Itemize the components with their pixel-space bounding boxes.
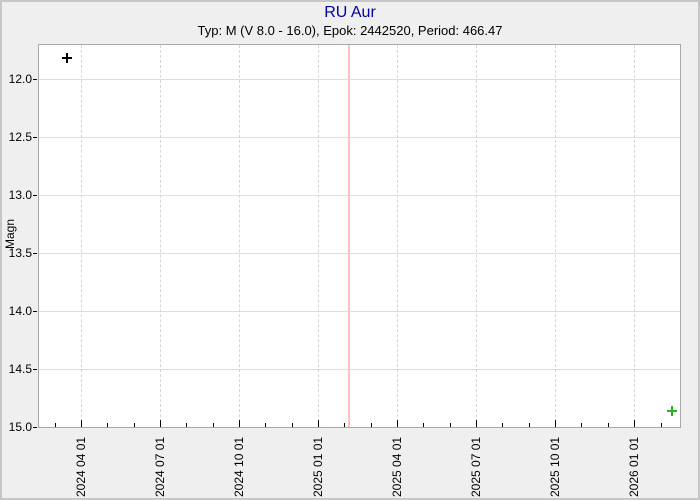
data-point-black-cross bbox=[62, 53, 72, 63]
x-axis-minor-tick bbox=[423, 423, 424, 427]
y-axis-tick-label: 14.0 bbox=[2, 304, 32, 318]
vertical-gridline bbox=[476, 45, 477, 427]
x-axis-minor-tick bbox=[529, 423, 530, 427]
x-axis-minor-tick bbox=[581, 423, 582, 427]
horizontal-gridline bbox=[39, 137, 680, 138]
x-axis-tick-label: 2024 10 01 bbox=[232, 437, 246, 497]
x-axis-major-tick bbox=[397, 420, 398, 427]
horizontal-gridline bbox=[39, 369, 680, 370]
horizontal-gridline bbox=[39, 253, 680, 254]
x-axis-major-tick bbox=[160, 420, 161, 427]
y-axis-tick-label: 14.5 bbox=[2, 362, 32, 376]
x-axis-tick-label: 2025 01 01 bbox=[311, 437, 325, 497]
vertical-gridline bbox=[555, 45, 556, 427]
x-axis-minor-tick bbox=[371, 423, 372, 427]
vertical-gridline bbox=[160, 45, 161, 427]
x-axis-major-tick bbox=[81, 420, 82, 427]
chart-title: RU Aur bbox=[2, 4, 698, 22]
x-axis-minor-tick bbox=[107, 423, 108, 427]
x-axis-minor-tick bbox=[186, 423, 187, 427]
chart-subtitle: Typ: M (V 8.0 - 16.0), Epok: 2442520, Pe… bbox=[2, 23, 698, 38]
x-axis-minor-tick bbox=[292, 423, 293, 427]
y-axis-tick bbox=[33, 195, 37, 196]
x-axis-major-tick bbox=[318, 420, 319, 427]
y-axis-tick-label: 12.5 bbox=[2, 130, 32, 144]
y-axis-tick bbox=[33, 369, 37, 370]
vertical-gridline bbox=[397, 45, 398, 427]
vertical-gridline bbox=[81, 45, 82, 427]
y-axis-tick bbox=[33, 79, 37, 80]
x-axis-minor-tick bbox=[344, 423, 345, 427]
x-axis-tick-label: 2024 04 01 bbox=[74, 437, 88, 497]
y-axis-tick bbox=[33, 253, 37, 254]
x-axis-minor-tick bbox=[55, 423, 56, 427]
x-axis-major-tick bbox=[634, 420, 635, 427]
y-axis-title: Magn bbox=[3, 219, 17, 249]
x-axis-minor-tick bbox=[213, 423, 214, 427]
y-axis-tick bbox=[33, 427, 37, 428]
plot-area bbox=[38, 44, 681, 428]
y-axis-tick-label: 13.0 bbox=[2, 188, 32, 202]
current-date-line bbox=[348, 45, 350, 427]
data-point-green-cross bbox=[667, 406, 677, 416]
x-axis-tick-label: 2025 07 01 bbox=[469, 437, 483, 497]
y-axis-tick-label: 12.0 bbox=[2, 72, 32, 86]
x-axis-major-tick bbox=[476, 420, 477, 427]
horizontal-gridline bbox=[39, 195, 680, 196]
x-axis-minor-tick bbox=[608, 423, 609, 427]
vertical-gridline bbox=[634, 45, 635, 427]
vertical-gridline bbox=[239, 45, 240, 427]
x-axis-minor-tick bbox=[265, 423, 266, 427]
light-curve-chart-window: RU Aur Typ: M (V 8.0 - 16.0), Epok: 2442… bbox=[0, 0, 700, 500]
x-axis-minor-tick bbox=[450, 423, 451, 427]
x-axis-major-tick bbox=[239, 420, 240, 427]
x-axis-minor-tick bbox=[134, 423, 135, 427]
y-axis-tick-label: 15.0 bbox=[2, 420, 32, 434]
y-axis-tick bbox=[33, 137, 37, 138]
horizontal-gridline bbox=[39, 79, 680, 80]
marker-cross-bar bbox=[671, 406, 673, 416]
x-axis-tick-label: 2026 01 01 bbox=[627, 437, 641, 497]
x-axis-major-tick bbox=[555, 420, 556, 427]
y-axis-tick-label: 13.5 bbox=[2, 246, 32, 260]
marker-cross-bar bbox=[66, 53, 68, 63]
x-axis-minor-tick bbox=[502, 423, 503, 427]
horizontal-gridline bbox=[39, 311, 680, 312]
y-axis-tick bbox=[33, 311, 37, 312]
x-axis-tick-label: 2025 10 01 bbox=[548, 437, 562, 497]
vertical-gridline bbox=[318, 45, 319, 427]
x-axis-minor-tick bbox=[661, 423, 662, 427]
x-axis-tick-label: 2025 04 01 bbox=[390, 437, 404, 497]
x-axis-tick-label: 2024 07 01 bbox=[153, 437, 167, 497]
